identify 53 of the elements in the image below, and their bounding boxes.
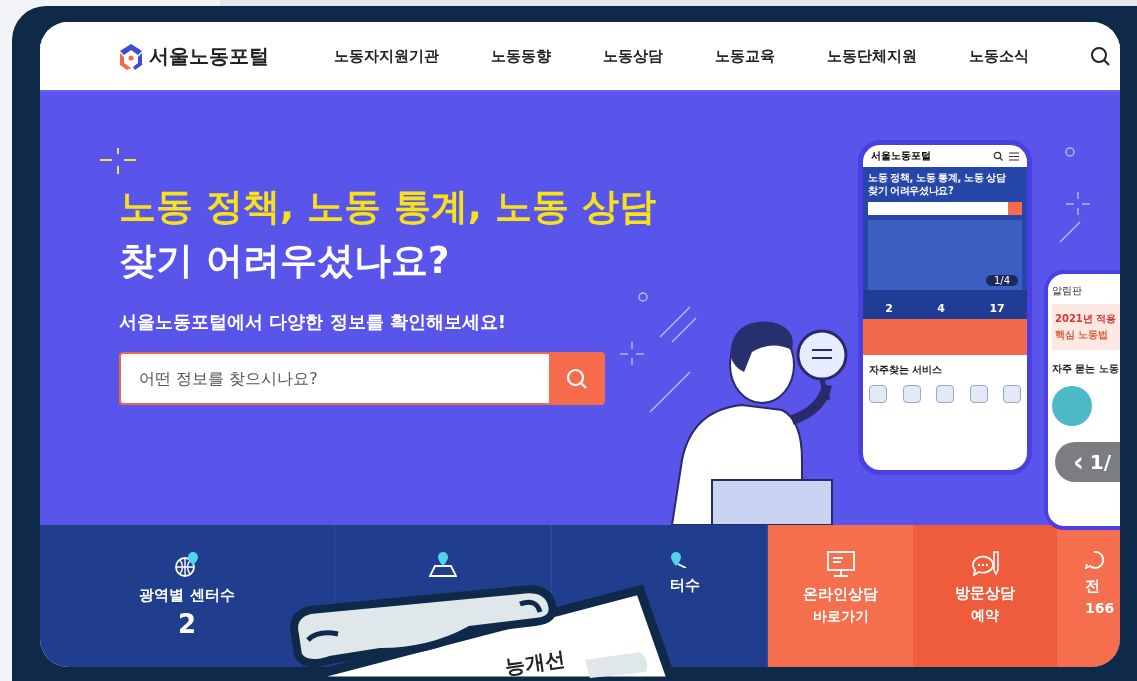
phone-section-title: 자주찾는 서비스 [869,363,944,377]
nav-link[interactable]: 노동자지원기관 [334,46,439,66]
phone-headline: 찾기 어려우셨나요? [868,184,954,197]
notice-title: 알림판 [1052,284,1083,298]
monitor-icon [826,551,855,577]
menu-icon [1009,151,1019,161]
service-tile-icon [869,385,887,403]
hero-headline: 찾기 어려우셨나요? [119,238,450,284]
search-button[interactable] [549,352,605,405]
tile-label: 터수 [670,576,700,595]
service-tile-icon [902,385,921,403]
stat-value: 2 [177,609,197,639]
phone-stat-value: 4 [937,302,945,315]
globe-pin-icon [175,551,199,578]
search-icon [565,366,589,391]
tile-subtitle: 예약 [971,607,999,625]
service-tile-icon [969,385,988,403]
speech-bubble-pencil-icon [971,551,999,576]
map-pin-icon [429,551,457,578]
phone-logo: 서울노동포털 [871,149,932,163]
topic-image-placeholder [1052,386,1092,426]
tile-label: 방문상담 [955,584,1015,603]
nav-link[interactable]: 노동소식 [969,46,1029,66]
hero-subtitle: 서울노동포털에서 다양한 정보를 확인해보세요! [119,310,507,334]
phone-stat-value: 2 [885,302,893,315]
nav-link[interactable]: 노동교육 [715,46,775,66]
prev-arrow-icon[interactable]: ‹ [1073,449,1084,475]
hero-headline-highlight: 노동 정책, 노동 통계, 노동 상담 [119,184,656,230]
pin-icon [670,551,687,568]
service-tile-icon [1003,385,1021,403]
tile-subtitle: 166 [1085,600,1115,616]
notice-section-title: 자주 묻는 노동 [1052,362,1120,376]
service-tile-icon [936,385,954,403]
nav-link[interactable]: 노동단체지원 [827,46,917,66]
nav-link[interactable]: 노동상담 [603,46,663,66]
slide-pager[interactable]: ‹ 1/ [1055,442,1120,482]
tile-label: 광역별 센터수 [139,586,235,605]
tile-label: 온라인상담 [803,585,878,604]
slide-counter: 1/ [1089,450,1111,474]
site-logo[interactable]: 서울노동포털 [149,42,269,70]
banner-title: 핵심 노동법 [1055,328,1110,342]
search-icon [993,151,1003,161]
clipboard-heading: 능개선 [503,646,567,679]
tile-subtitle: 바로가기 [812,608,869,626]
tile-label: 전 [1085,577,1100,596]
phone-stat-value: 17 [989,302,1005,315]
phone-headline-highlight: 노동 정책, 노동 통계, 노동 상담 [868,171,1006,184]
search-icon[interactable] [1089,45,1111,67]
phone-pager: 1/4 [985,275,1018,286]
banner-year-text: 2021년 적용 [1055,312,1118,326]
search-field[interactable]: 어떤 정보를 찾으시나요? [119,352,549,405]
bubble-icon [1085,551,1104,569]
nav-link[interactable]: 노동동향 [491,46,551,66]
